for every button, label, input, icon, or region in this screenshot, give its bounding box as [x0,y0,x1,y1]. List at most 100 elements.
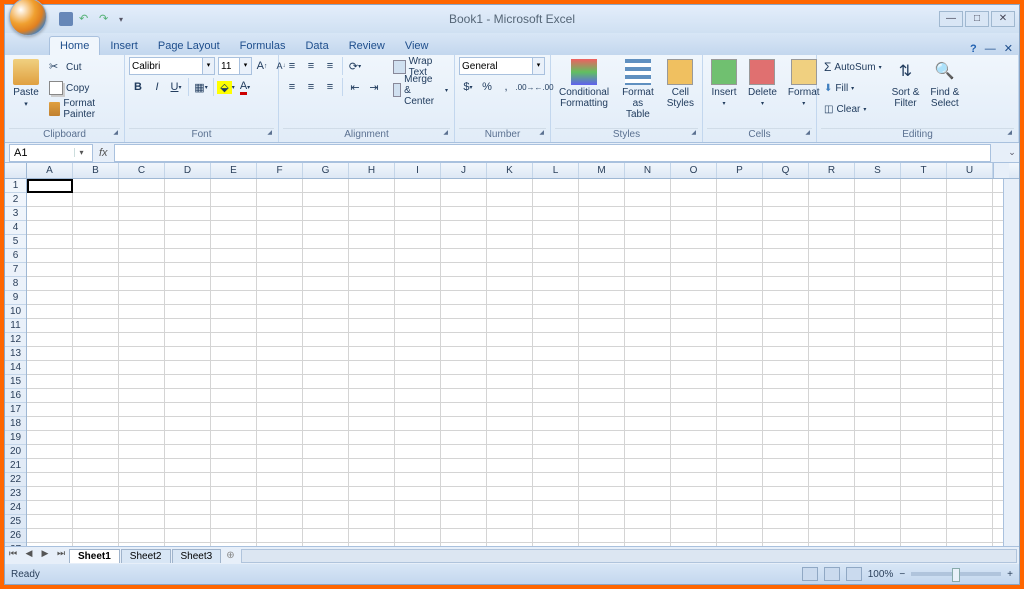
fx-icon[interactable]: fx [99,147,108,159]
sheet-nav-prev[interactable]: ◀ [21,548,37,564]
column-header[interactable]: I [395,163,441,178]
page-break-view-button[interactable] [846,567,862,581]
autosum-button[interactable]: ΣAutoSum▾ [821,57,885,77]
row-header[interactable]: 10 [5,305,26,319]
row-header[interactable]: 12 [5,333,26,347]
zoom-out-button[interactable]: − [899,569,905,580]
zoom-in-button[interactable]: + [1007,569,1013,580]
align-left-button[interactable]: ≡ [283,78,301,96]
save-icon[interactable] [59,12,73,26]
column-header[interactable]: U [947,163,993,178]
font-name-input[interactable] [129,57,203,75]
row-header[interactable]: 25 [5,515,26,529]
format-as-table-button[interactable]: Format as Table [616,57,660,122]
column-header[interactable]: Q [763,163,809,178]
decrease-indent-button[interactable]: ⇤ [346,78,364,96]
sort-filter-button[interactable]: ⇅Sort & Filter [888,57,924,111]
grow-font-button[interactable]: A↑ [253,57,271,75]
merge-center-button[interactable]: Merge & Center▾ [390,80,451,100]
undo-icon[interactable]: ↶ [79,12,93,26]
normal-view-button[interactable] [802,567,818,581]
row-header[interactable]: 7 [5,263,26,277]
currency-button[interactable]: $▾ [459,78,477,96]
formula-input[interactable] [114,144,991,162]
column-header[interactable]: P [717,163,763,178]
office-button[interactable] [9,0,47,36]
row-header[interactable]: 27 [5,543,26,546]
conditional-formatting-button[interactable]: Conditional Formatting [555,57,613,111]
row-header[interactable]: 4 [5,221,26,235]
row-header[interactable]: 24 [5,501,26,515]
column-header[interactable]: E [211,163,257,178]
italic-button[interactable]: I [148,78,166,96]
column-header[interactable]: N [625,163,671,178]
column-header[interactable]: O [671,163,717,178]
align-center-button[interactable]: ≡ [302,78,320,96]
name-box[interactable]: ▾ [9,144,93,162]
comma-button[interactable]: , [497,78,515,96]
align-top-button[interactable]: ≡ [283,57,301,75]
column-header[interactable]: S [855,163,901,178]
delete-cells-button[interactable]: Delete▾ [744,57,781,109]
name-box-input[interactable] [10,147,74,159]
cell-styles-button[interactable]: Cell Styles [663,57,698,111]
format-painter-button[interactable]: Format Painter [46,99,120,119]
row-header[interactable]: 6 [5,249,26,263]
increase-indent-button[interactable]: ⇥ [365,78,383,96]
ribbon-close-icon[interactable]: ✕ [1004,42,1013,55]
bold-button[interactable]: B [129,78,147,96]
insert-cells-button[interactable]: Insert▾ [707,57,741,109]
copy-button[interactable]: Copy [46,78,120,98]
tab-home[interactable]: Home [49,36,100,55]
tab-data[interactable]: Data [295,37,338,55]
minimize-button[interactable]: — [939,11,963,27]
vertical-scrollbar[interactable] [1003,179,1019,546]
sheet-nav-next[interactable]: ▶ [37,548,53,564]
row-header[interactable]: 2 [5,193,26,207]
sheet-tab-2[interactable]: Sheet2 [121,549,171,563]
zoom-level[interactable]: 100% [868,569,894,580]
maximize-button[interactable]: □ [965,11,989,27]
select-all-corner[interactable] [5,163,27,178]
row-header[interactable]: 11 [5,319,26,333]
column-header[interactable]: H [349,163,395,178]
column-header[interactable]: F [257,163,303,178]
cut-button[interactable]: Cut [46,57,120,77]
row-header[interactable]: 26 [5,529,26,543]
row-header[interactable]: 19 [5,431,26,445]
row-header[interactable]: 9 [5,291,26,305]
tab-insert[interactable]: Insert [100,37,148,55]
orientation-button[interactable]: ⟳▾ [346,57,364,75]
close-button[interactable]: ✕ [991,11,1015,27]
sheet-nav-first[interactable]: ⏮ [5,548,21,564]
column-header[interactable]: K [487,163,533,178]
cells-area[interactable] [27,179,1003,546]
sheet-nav-last[interactable]: ⏭ [53,548,69,564]
insert-sheet-icon[interactable]: ⊕ [222,550,238,561]
find-select-button[interactable]: 🔍Find & Select [926,57,963,111]
tab-review[interactable]: Review [339,37,395,55]
row-header[interactable]: 13 [5,347,26,361]
column-header[interactable]: J [441,163,487,178]
align-middle-button[interactable]: ≡ [302,57,320,75]
redo-icon[interactable]: ↷ [99,12,113,26]
percent-button[interactable]: % [478,78,496,96]
row-header[interactable]: 21 [5,459,26,473]
page-layout-view-button[interactable] [824,567,840,581]
chevron-down-icon[interactable]: ▾ [203,57,215,75]
help-icon[interactable]: ? [970,43,977,55]
row-header[interactable]: 17 [5,403,26,417]
fill-button[interactable]: ⬇Fill▾ [821,78,885,98]
fill-color-button[interactable]: ⬙▾ [217,78,235,96]
row-header[interactable]: 14 [5,361,26,375]
sheet-tab-3[interactable]: Sheet3 [172,549,222,563]
tab-page-layout[interactable]: Page Layout [148,37,230,55]
underline-button[interactable]: U▾ [167,78,185,96]
column-header[interactable]: B [73,163,119,178]
column-header[interactable]: A [27,163,73,178]
tab-view[interactable]: View [395,37,439,55]
column-header[interactable]: R [809,163,855,178]
column-header[interactable]: G [303,163,349,178]
column-header[interactable]: T [901,163,947,178]
align-bottom-button[interactable]: ≡ [321,57,339,75]
